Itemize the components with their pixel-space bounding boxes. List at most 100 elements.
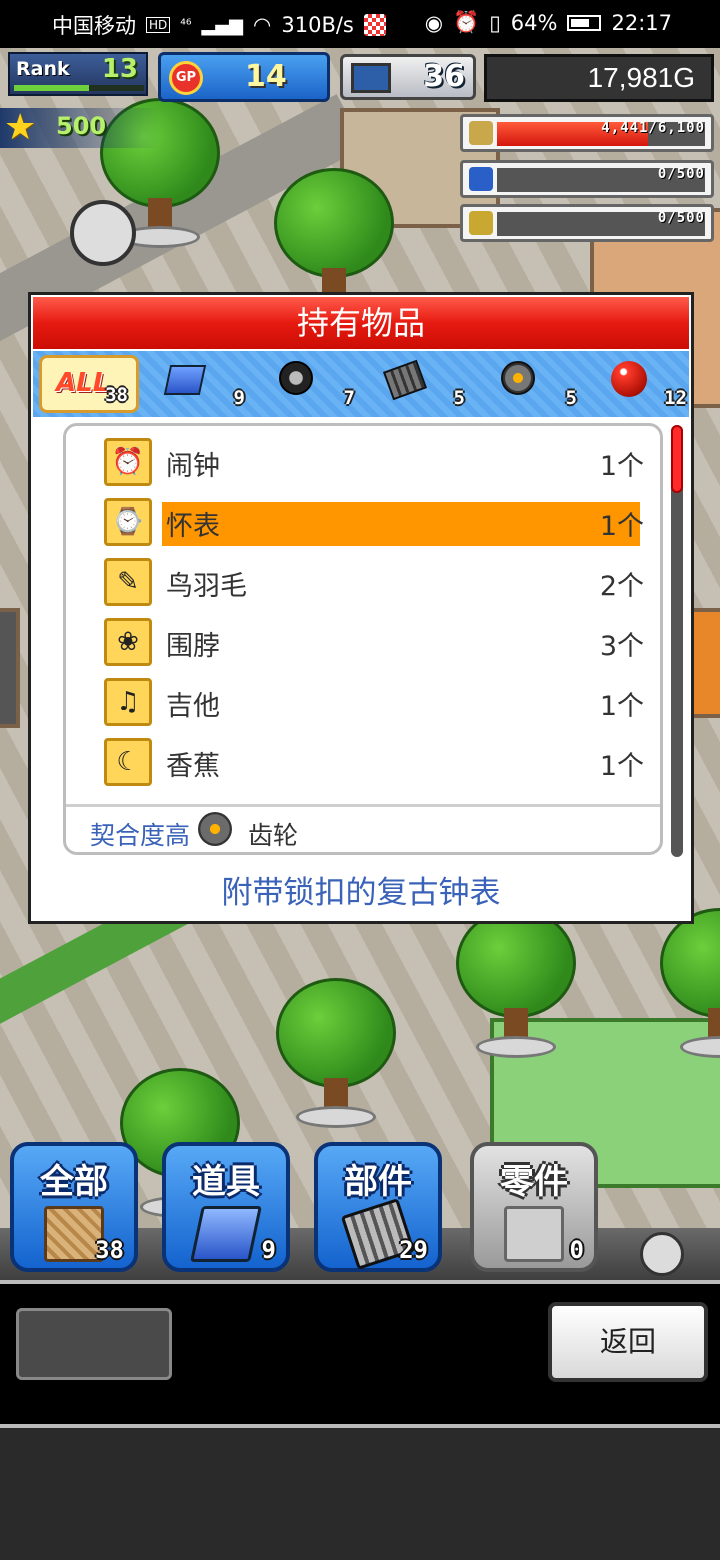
gp-value: 14 (245, 59, 287, 94)
tree (456, 908, 576, 1058)
battery-icon (567, 14, 602, 31)
item-quantity: 3个 (599, 631, 644, 662)
item-quantity: 1个 (599, 511, 644, 542)
dialog-title: 持有物品 (33, 297, 689, 349)
staff-avatar[interactable] (640, 1232, 684, 1276)
wheat-icon (469, 211, 493, 235)
category-button-tools[interactable]: 道具 9 (162, 1142, 290, 1272)
building (0, 608, 20, 728)
system-nav-area (0, 1428, 720, 1560)
computer-icon (351, 63, 391, 93)
category-count: 38 (95, 1236, 124, 1264)
signal-icon: ▂▄▆ (201, 14, 244, 36)
scarf-icon: ❀ (104, 618, 152, 666)
tab-gear[interactable]: 5 (485, 355, 585, 413)
tree (660, 908, 720, 1058)
coin-stack-icon (469, 121, 493, 145)
book-stack-icon (163, 365, 207, 395)
star-icon: ★ (4, 107, 37, 148)
bottle-icon (469, 167, 493, 191)
divider (66, 804, 660, 807)
tree (276, 978, 396, 1128)
scrollbar-thumb[interactable] (671, 425, 683, 493)
item-quantity: 1个 (599, 751, 644, 782)
scrollbar[interactable] (671, 425, 683, 857)
computer-count: 36 (423, 59, 465, 94)
gp-display[interactable]: GP 14 (158, 52, 330, 102)
list-item[interactable]: ⏰ 闹钟 1个 (104, 438, 644, 490)
clock-time: 22:17 (611, 10, 672, 35)
item-quantity: 2个 (599, 571, 644, 602)
alarm-icon: ⏰ (453, 10, 480, 34)
category-count: 9 (261, 1236, 276, 1264)
tab-tires[interactable]: 7 (263, 355, 363, 413)
star-points: 500 (56, 112, 107, 140)
item-description: 附带锁扣的复古钟表 (221, 875, 501, 911)
list-item[interactable]: ✎ 鸟羽毛 2个 (104, 558, 644, 610)
guitar-icon: ♫ (104, 678, 152, 726)
app-notification-icon (363, 14, 386, 36)
category-button-all[interactable]: 全部 38 (10, 1142, 138, 1272)
gp-icon: GP (169, 61, 203, 95)
battery-percent: 64% (510, 10, 558, 35)
network-icon: ⁴⁶ (180, 17, 192, 33)
eye-icon: ◉ (424, 10, 444, 35)
engine-icon (382, 359, 428, 401)
item-name: 鸟羽毛 (166, 571, 247, 602)
category-label: 道具 (192, 1162, 260, 1202)
vibrate-icon: ▯ (489, 10, 501, 35)
network-speed: 310B/s (281, 13, 354, 37)
rank-display: Rank 13 (8, 52, 148, 96)
list-item[interactable]: ♫ 吉他 1个 (104, 678, 644, 730)
back-button[interactable]: 返回 (548, 1302, 708, 1382)
tab-all-label: ALL (56, 368, 110, 398)
gear-icon (501, 361, 535, 395)
resource-value: 0/500 (657, 210, 705, 226)
shop-building (690, 608, 720, 718)
red-ball-icon (611, 361, 647, 397)
tab-all[interactable]: ALL 38 (39, 355, 139, 413)
list-item[interactable]: ⌚ 怀表 1个 (104, 498, 644, 550)
item-name: 香蕉 (166, 751, 220, 782)
pocket-watch-icon: ⌚ (104, 498, 152, 546)
category-count: 0 (569, 1236, 584, 1264)
resource-bar-bottle: 0/500 (460, 160, 714, 198)
rank-value: 13 (101, 54, 138, 84)
tire-icon (279, 361, 313, 395)
category-label: 部件 (344, 1162, 412, 1202)
list-item[interactable]: ☾ 香蕉 1个 (104, 738, 644, 790)
item-list[interactable]: ⏰ 闹钟 1个 ⌚ 怀表 1个 ✎ 鸟羽毛 2个 ❀ 围脖 3个 ♫ 吉他 1个… (63, 423, 663, 855)
tab-count: 9 (233, 387, 245, 409)
category-button-components[interactable]: 零件 0 (470, 1142, 598, 1272)
car-part-icon (504, 1206, 564, 1262)
carrier-label: 中国移动 (52, 14, 136, 38)
tab-engine[interactable]: 5 (373, 355, 473, 413)
empty-slot (16, 1308, 172, 1380)
tab-ball[interactable]: 12 (595, 355, 695, 413)
star-points-display: ★ 500 (0, 108, 160, 148)
tab-tools[interactable]: 9 (153, 355, 253, 413)
banana-icon: ☾ (104, 738, 152, 786)
computer-count-display[interactable]: 36 (340, 54, 476, 100)
category-tabs: ALL 38 9 7 5 5 12 (33, 351, 689, 417)
vip-badge-icon[interactable] (70, 200, 136, 266)
selection-highlight (162, 502, 640, 546)
tab-count: 5 (453, 387, 465, 409)
category-count: 29 (399, 1236, 428, 1264)
item-name: 吉他 (166, 691, 220, 722)
rank-label: Rank (16, 58, 70, 80)
compatibility-item: 齿轮 (206, 816, 298, 852)
rank-progress-bar (14, 85, 144, 91)
compatibility-label: 契合度高 (90, 821, 191, 850)
alarm-clock-icon: ⏰ (104, 438, 152, 486)
resource-bar-wheat: 0/500 (460, 204, 714, 242)
inventory-dialog: 持有物品 ALL 38 9 7 5 5 12 ⏰ 闹钟 1个 ⌚ 怀表 1个 ✎… (28, 292, 694, 924)
tab-count: 5 (565, 387, 577, 409)
category-label: 零件 (500, 1162, 568, 1202)
status-bar: 中国移动 HD ⁴⁶ ▂▄▆ ◠ 310B/s ◉ ⏰ ▯ 64% 22:17 (0, 0, 720, 48)
tab-count: 38 (105, 384, 128, 406)
resource-value: 4,441/6,100 (601, 120, 705, 136)
book-stack-icon (190, 1206, 262, 1262)
list-item[interactable]: ❀ 围脖 3个 (104, 618, 644, 670)
category-button-parts[interactable]: 部件 29 (314, 1142, 442, 1272)
